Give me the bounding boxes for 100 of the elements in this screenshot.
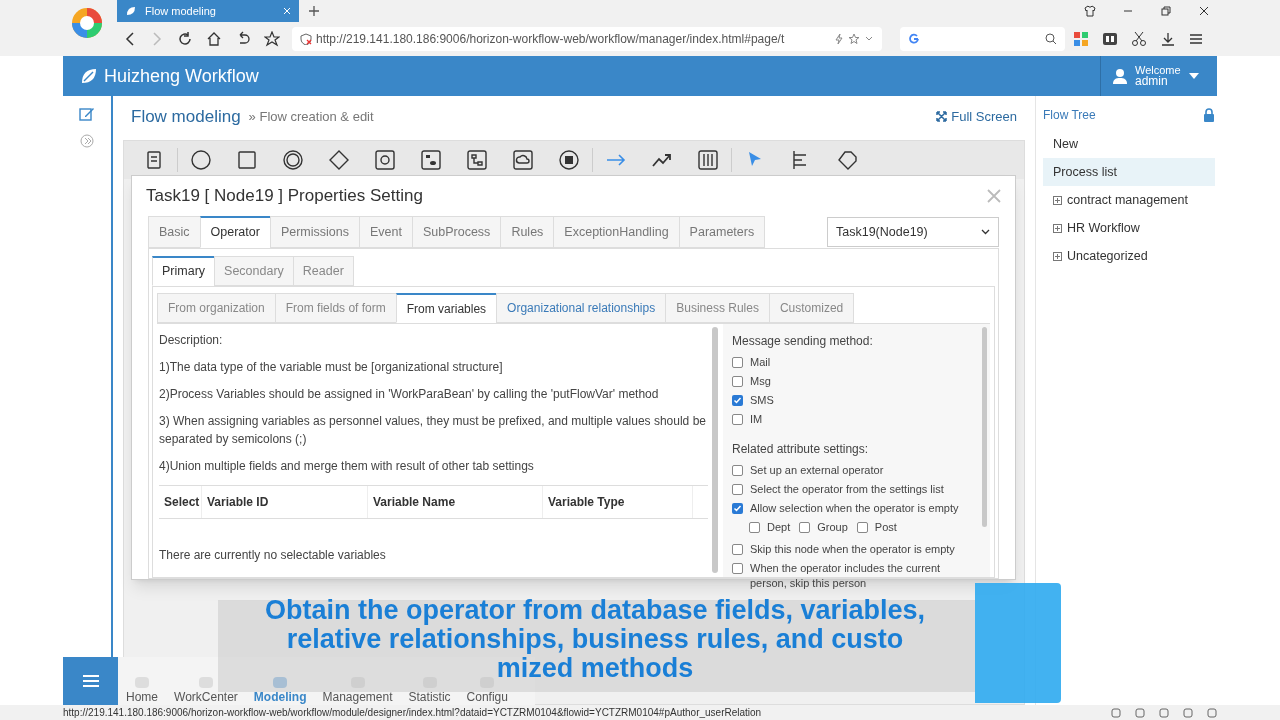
checkbox-label: Set up an external operator [750,463,884,478]
checkbox[interactable] [732,395,743,406]
diamond-icon[interactable] [329,150,349,170]
scrollbar[interactable] [712,327,718,573]
reader-icon[interactable] [1102,31,1118,47]
scissors-icon[interactable] [1131,31,1147,47]
sliders-icon[interactable] [698,150,718,170]
plus-icon[interactable] [1053,251,1062,261]
tab[interactable]: Parameters [678,216,766,248]
form-icon[interactable] [144,150,164,170]
tab[interactable]: Event [359,216,413,248]
back-icon[interactable] [123,31,137,47]
stop-icon[interactable] [559,150,579,170]
breadcrumb: » Flow creation & edit [248,107,375,126]
checkbox[interactable] [856,522,868,533]
nav-item[interactable]: Modeling [245,677,315,705]
tree-item[interactable]: New [1043,130,1215,158]
checkbox-label: Select the operator from the settings list [750,482,944,497]
description-text: 2)Process Variables should be assigned in 'WorkParaBean' by calling the 'putFlowVar' method [159,386,660,403]
caption-text: relative relationships, business rules, and custo [286,625,904,654]
dialog-title: Task19 [ Node19 ] Properties Setting [146,185,424,208]
grid-icon[interactable] [1073,31,1089,47]
tab[interactable]: From organization [157,293,276,323]
checkbox[interactable] [732,484,743,495]
plus-icon[interactable] [1053,223,1062,233]
tab[interactable]: Business Rules [665,293,770,323]
menu-icon[interactable] [1189,32,1203,46]
star-icon[interactable] [264,31,280,47]
checkbox-label: Post [874,520,897,535]
download-icon[interactable] [1160,31,1176,47]
plus-icon[interactable] [1053,195,1062,205]
description-text: Description: [159,332,224,349]
lightning-icon[interactable] [834,33,844,45]
tree-item[interactable]: Uncategorized [1043,242,1215,270]
tree-item[interactable]: contract management [1043,186,1215,214]
tab[interactable]: Organizational relationships [496,293,667,323]
tab[interactable]: Primary [152,256,216,286]
tab[interactable]: Rules [500,216,555,248]
tab[interactable]: SubProcess [411,216,502,248]
circle-icon[interactable] [191,150,211,170]
checkbox[interactable] [732,376,743,387]
edit-icon[interactable] [79,106,95,122]
checkbox[interactable] [799,522,811,533]
nav-item[interactable]: Management [314,677,401,705]
tree-item[interactable]: Process list [1043,158,1215,186]
reload-icon[interactable] [177,31,193,47]
menu-icon [82,674,99,688]
status-url: http://219.141.180.186:9006/horizon-workflow-web/workflow/module/designer/index.html?dataid=YCTZRM0104&flowid=YCTZRM0104#pAuthor_userRelation [63,706,763,720]
tree-item[interactable]: HR Workflow [1043,214,1215,242]
checkbox[interactable] [749,522,760,533]
column-header: Variable Name [368,486,543,518]
panel-title: Flow Tree [1043,107,1096,124]
close-icon[interactable] [1198,5,1210,17]
caret-icon [1188,73,1199,79]
shirt-icon[interactable] [1084,5,1096,17]
tab[interactable]: Customized [768,293,855,323]
restore-icon[interactable] [1160,5,1172,17]
expand-icon[interactable] [80,134,94,148]
browser-tab[interactable]: Flow modeling [117,0,299,22]
section-label: Related attribute settings: [732,441,870,458]
nav-item[interactable]: Home [118,677,166,705]
user-menu[interactable]: Welcome admin [1100,56,1217,96]
checkbox[interactable] [732,357,743,368]
checkbox[interactable] [732,563,743,574]
caption-text: Obtain the operator from database fields, variables, [264,596,926,625]
checkbox[interactable] [732,414,743,425]
address-bar[interactable]: http://219.141.180.186:9006/horizon-workflow-web/workflow/manager/index.html#page/t [292,27,882,51]
menu-button[interactable] [63,657,118,705]
checkbox[interactable] [732,503,743,514]
tab[interactable]: Reader [292,256,354,286]
search-field[interactable] [900,27,1065,51]
node-select[interactable]: Task19(Node19) [827,217,999,247]
tab[interactable]: From variables [395,293,498,323]
nav-item[interactable]: WorkCenter [166,677,246,705]
checkbox-label: Skip this node when the operator is empty [750,542,955,557]
checkbox[interactable] [732,465,743,476]
nav-item[interactable]: Statistic [400,677,459,705]
star-icon[interactable] [848,33,860,45]
column-header: Select [159,486,202,518]
fullscreen-button[interactable]: Full Screen [936,106,1017,127]
checkbox-label: When the operator includes the current person, skip this person [750,561,942,591]
square-icon[interactable] [237,150,257,170]
scrollbar[interactable] [982,327,987,527]
double-circle-icon[interactable] [283,150,303,170]
tab[interactable]: From fields of form [274,293,397,323]
tab[interactable]: Basic [148,216,201,248]
lock-icon[interactable] [1203,108,1215,122]
home-icon[interactable] [206,31,222,47]
tab[interactable]: Operator [199,216,271,248]
section-label: Message sending method: [732,333,874,350]
checkbox-label: Group [817,520,848,535]
cloud-icon[interactable] [513,150,533,170]
tab[interactable]: ExceptionHandling [553,216,680,248]
shield-icon [300,33,312,45]
new-tab-icon[interactable] [308,5,320,17]
checkbox-label: Msg [750,374,771,389]
hierarchy-icon[interactable] [467,150,487,170]
checkbox[interactable] [732,544,743,555]
tab[interactable]: Permissions [269,216,360,248]
tab[interactable]: Secondary [214,256,294,286]
